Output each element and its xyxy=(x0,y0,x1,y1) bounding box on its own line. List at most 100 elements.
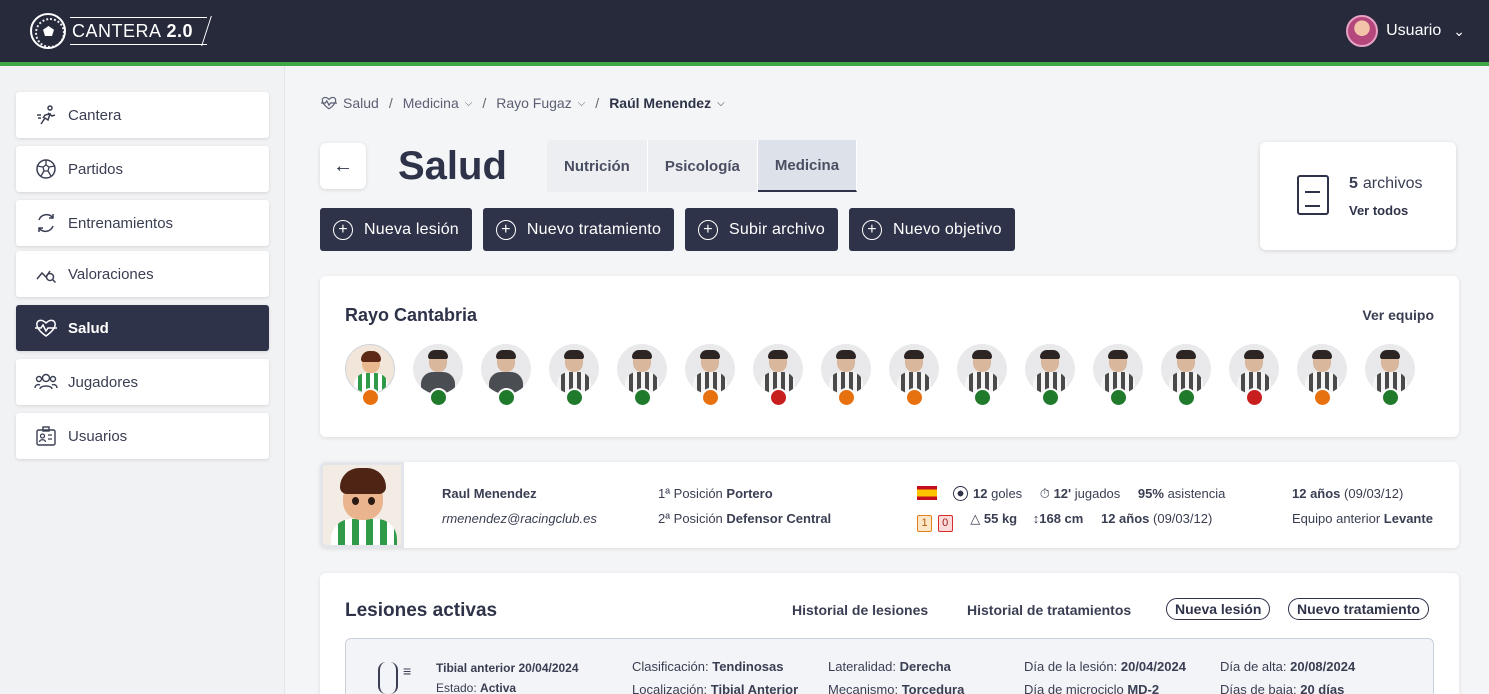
sidebar-item-partidos[interactable]: Partidos xyxy=(16,146,269,192)
breadcrumb-current[interactable]: Raúl Menendez xyxy=(609,95,711,111)
knee-pain-lines: ≡ xyxy=(403,663,412,679)
sidebar-item-jugadores[interactable]: Jugadores xyxy=(16,359,269,405)
plus-circle-icon: + xyxy=(495,219,516,240)
player-stats-row-2: 1 0 △ 55 kg ↕168 cm 12 años (09/03/12) xyxy=(917,511,1212,532)
sidebar-item-usuarios[interactable]: Usuarios xyxy=(16,413,269,459)
status-dot xyxy=(1313,388,1332,407)
new-treatment-button[interactable]: + Nuevo tratamiento xyxy=(482,208,675,251)
team-player-avatar[interactable] xyxy=(889,344,939,408)
injury-row[interactable]: ≡ Tibial anterior 20/04/2024 Estado: Act… xyxy=(345,638,1434,694)
id-card-icon xyxy=(34,424,58,448)
team-player-avatar[interactable] xyxy=(1161,344,1211,408)
avatar xyxy=(481,344,531,394)
sidebar-item-label: Entrenamientos xyxy=(68,214,174,232)
avatar xyxy=(957,344,1007,394)
team-player-avatar[interactable] xyxy=(685,344,735,408)
breadcrumb: Salud / Medicina ⌵ / Rayo Fugaz ⌵ / Raúl… xyxy=(320,92,725,114)
team-player-avatar[interactable] xyxy=(1025,344,1075,408)
avatar xyxy=(1297,344,1347,394)
treatment-history-link[interactable]: Historial de tratamientos xyxy=(967,602,1131,618)
avatar xyxy=(821,344,871,394)
back-button[interactable]: ← xyxy=(320,143,366,189)
team-player-avatar[interactable] xyxy=(1229,344,1279,408)
injury-laterality: Lateralidad: Derecha xyxy=(828,659,951,674)
app-logo[interactable]: CANTERA 2.0 xyxy=(30,13,208,49)
red-card-icon: 0 xyxy=(937,515,953,532)
team-player-avatar[interactable] xyxy=(481,344,531,408)
team-player-avatar[interactable] xyxy=(753,344,803,408)
tab-psicologia[interactable]: Psicología xyxy=(648,140,758,192)
sidebar-item-salud[interactable]: Salud xyxy=(16,305,269,351)
avatar xyxy=(753,344,803,394)
injury-mechanism: Mecanismo: Torcedura xyxy=(828,682,965,694)
status-dot xyxy=(1245,388,1264,407)
avatar xyxy=(1229,344,1279,394)
primary-position: 1ª Posición Portero xyxy=(658,486,773,501)
soccer-ball-icon xyxy=(953,486,968,501)
breadcrumb-medicina[interactable]: Medicina xyxy=(403,95,459,111)
user-name: Usuario xyxy=(1386,22,1442,39)
chart-search-icon xyxy=(34,262,58,286)
team-card: Rayo Cantabria Ver equipo xyxy=(320,276,1459,437)
status-dot xyxy=(361,388,380,407)
injury-location: Localización: Tibial Anterior xyxy=(632,682,799,694)
team-player-avatar[interactable] xyxy=(1093,344,1143,408)
tab-nutricion[interactable]: Nutrición xyxy=(547,140,648,192)
breadcrumb-team[interactable]: Rayo Fugaz xyxy=(496,95,571,111)
status-dot xyxy=(1381,388,1400,407)
team-player-avatar[interactable] xyxy=(957,344,1007,408)
sidebar-item-label: Partidos xyxy=(68,160,124,178)
document-icon xyxy=(1297,175,1329,215)
avatar xyxy=(617,344,667,394)
team-player-avatar[interactable] xyxy=(617,344,667,408)
status-dot xyxy=(497,388,516,407)
team-player-avatar[interactable] xyxy=(549,344,599,408)
new-treatment-pill-button[interactable]: Nuevo tratamiento xyxy=(1288,598,1429,620)
new-injury-pill-button[interactable]: Nueva lesión xyxy=(1166,598,1271,620)
team-player-avatar[interactable] xyxy=(821,344,871,408)
user-menu[interactable]: Usuario ⌄ xyxy=(1346,15,1465,47)
breadcrumb-root[interactable]: Salud xyxy=(343,95,379,111)
files-card[interactable]: 5 archivos Ver todos xyxy=(1260,142,1456,250)
player-email[interactable]: rmenendez@racingclub.es xyxy=(442,511,597,526)
sidebar-item-valoraciones[interactable]: Valoraciones xyxy=(16,251,269,297)
page-title: Salud xyxy=(398,144,507,188)
team-players-list xyxy=(345,344,1415,408)
avatar xyxy=(1093,344,1143,394)
stopwatch-icon: ⏱ xyxy=(1039,486,1050,501)
team-player-avatar[interactable] xyxy=(413,344,463,408)
avatar xyxy=(1025,344,1075,394)
yellow-card-icon: 1 xyxy=(917,515,932,532)
chevron-down-icon: ⌄ xyxy=(1453,22,1465,39)
injury-microcycle: Día de microciclo MD-2 xyxy=(1024,682,1160,694)
injury-history-link[interactable]: Historial de lesiones xyxy=(792,602,928,618)
upload-file-button[interactable]: + Subir archivo xyxy=(685,208,839,251)
chevron-down-icon[interactable]: ⌵ xyxy=(578,98,586,109)
files-count: 5 archivos xyxy=(1349,175,1422,193)
tab-medicina[interactable]: Medicina xyxy=(757,140,858,192)
team-name: Rayo Cantabria xyxy=(345,305,478,325)
view-all-files-link[interactable]: Ver todos xyxy=(1349,203,1408,218)
status-dot xyxy=(565,388,584,407)
player-stats-row-1: 12 goles ⏱ 12' jugados 95% asistencia xyxy=(917,486,1225,502)
injury-date: Día de la lesión: 20/04/2024 xyxy=(1024,659,1186,674)
status-dot xyxy=(1041,388,1060,407)
plus-circle-icon: + xyxy=(333,219,353,240)
sidebar-item-entrenamientos[interactable]: Entrenamientos xyxy=(16,200,269,246)
view-team-link[interactable]: Ver equipo xyxy=(1362,307,1434,323)
avatar xyxy=(1161,344,1211,394)
heartbeat-icon xyxy=(34,316,58,340)
sidebar-item-cantera[interactable]: Cantera xyxy=(16,92,269,138)
team-player-avatar[interactable] xyxy=(1365,344,1415,408)
avatar xyxy=(413,344,463,394)
new-objective-button[interactable]: + Nuevo objetivo xyxy=(849,208,1015,251)
chevron-down-icon[interactable]: ⌵ xyxy=(717,98,725,109)
team-player-avatar[interactable] xyxy=(345,344,395,408)
weight-icon: △ xyxy=(970,511,981,526)
tabs: Nutrición Psicología Medicina xyxy=(547,140,858,192)
team-player-avatar[interactable] xyxy=(1297,344,1347,408)
status-dot xyxy=(1109,388,1128,407)
new-injury-button[interactable]: + Nueva lesión xyxy=(320,208,472,251)
sidebar-item-label: Salud xyxy=(68,319,109,337)
chevron-down-icon[interactable]: ⌵ xyxy=(465,98,473,109)
